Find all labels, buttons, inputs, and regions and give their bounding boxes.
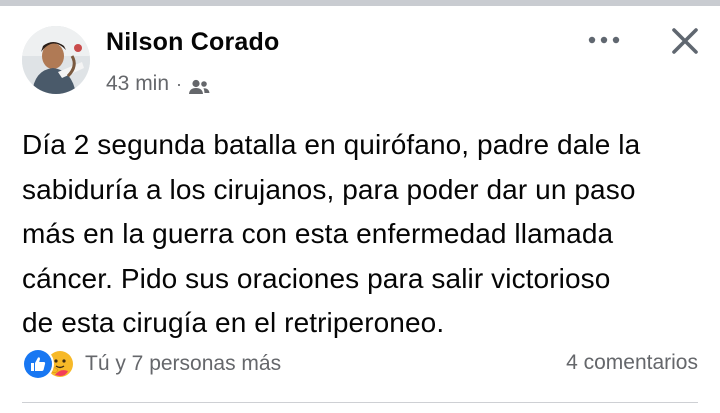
reactions-count-text: Tú y 7 personas más: [85, 352, 282, 375]
post-text-line: de esta cirugía en el retriperoneo.: [22, 307, 445, 338]
post-text-line: sabiduría a los cirujanos, para poder da…: [22, 173, 636, 205]
divider: [22, 402, 698, 403]
close-icon: [672, 28, 698, 54]
post-meta: 43 min ·: [106, 72, 210, 96]
post-text: Día 2 segunda batalla en quirófano, padr…: [22, 123, 712, 346]
avatar[interactable]: [22, 26, 90, 94]
post-text-line: más en la guerra con esta enfermedad lla…: [22, 218, 614, 249]
reaction-icons: [22, 348, 80, 380]
more-horizontal-icon: [588, 36, 620, 44]
meta-separator: ·: [176, 73, 183, 94]
author-name[interactable]: Nilson Corado: [106, 28, 279, 57]
top-separator-strip: [0, 0, 720, 6]
more-options-button[interactable]: [586, 28, 622, 52]
post-card: Nilson Corado 43 min · Día 2 segunda bat…: [0, 0, 720, 413]
post-text-line: Día 2 segunda batalla en quirófano, padr…: [22, 129, 641, 160]
post-time[interactable]: 43 min: [106, 72, 169, 96]
post-text-line: cáncer. Pido sus oraciones para salir vi…: [22, 262, 611, 294]
like-icon: [22, 348, 54, 380]
reactions-summary[interactable]: Tú y 7 personas más: [22, 348, 281, 380]
close-button[interactable]: [664, 22, 706, 60]
friends-audience-icon[interactable]: [188, 77, 210, 94]
comments-count-link[interactable]: 4 comentarios: [566, 351, 698, 375]
